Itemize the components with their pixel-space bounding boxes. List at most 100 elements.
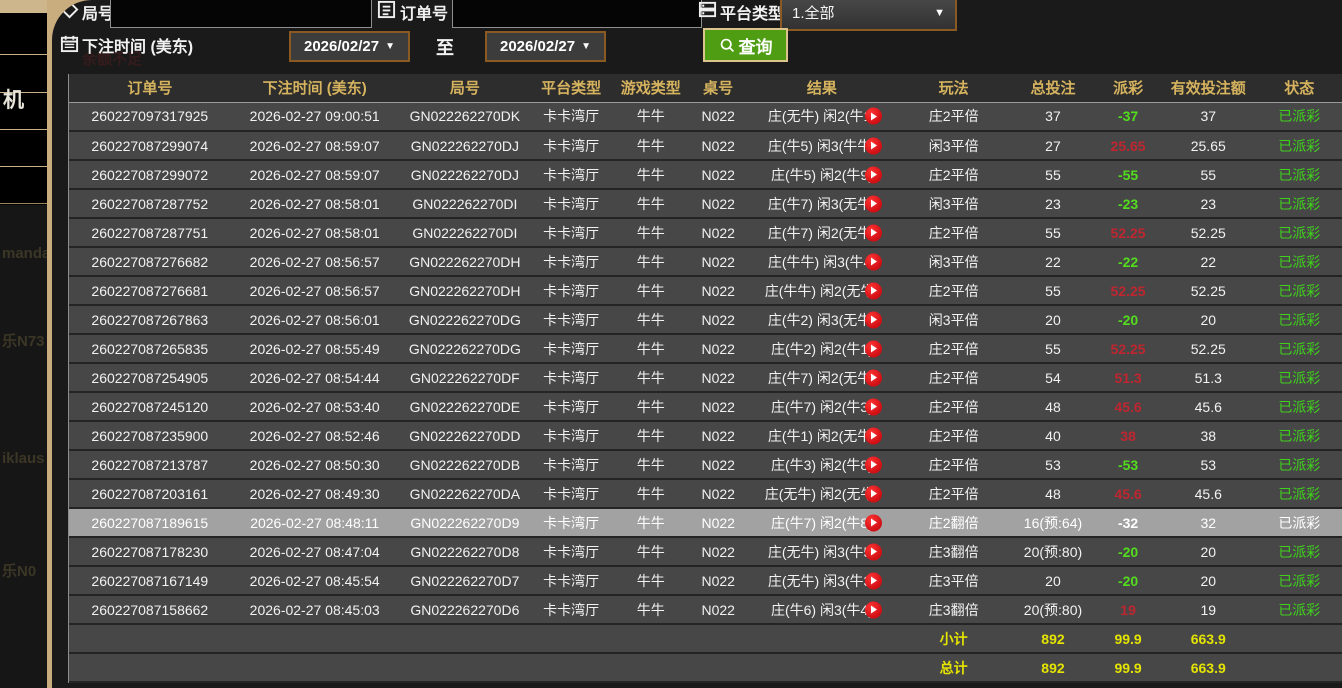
replay-play-icon[interactable] — [865, 282, 882, 299]
result-text: 庄(牛5) 闲3(牛牛) — [768, 136, 876, 156]
column-header: 派彩 — [1096, 74, 1160, 102]
round-number-input[interactable] — [110, 0, 372, 28]
result-text: 庄(牛5) 闲2(牛9) — [771, 165, 873, 185]
sidebar-menu-item[interactable] — [0, 13, 48, 55]
total-bet-cell: 54 — [1010, 363, 1097, 392]
result-cell: 庄(牛7) 闲2(无牛) — [746, 363, 897, 392]
replay-play-icon[interactable] — [865, 427, 882, 444]
background-lobby-label: 乐N73 — [2, 330, 48, 351]
replay-play-icon[interactable] — [865, 340, 882, 357]
platform-type-select[interactable]: 1.全部 ▼ — [780, 0, 957, 31]
empty-cell — [746, 624, 897, 653]
result-cell: 庄(无牛) 闲3(牛5) — [746, 537, 897, 566]
valid-bet-cell: 45.6 — [1160, 392, 1257, 421]
total-bet-cell: 20(预:80) — [1010, 595, 1097, 624]
table-row[interactable]: 260227097317925 2026-02-27 09:00:51 GN02… — [69, 102, 1342, 131]
round-number-cell: GN022262270DE — [399, 392, 531, 421]
result-cell: 庄(牛7) 闲3(无牛) — [746, 189, 897, 218]
order-number-cell: 260227087276682 — [69, 247, 231, 276]
replay-play-icon[interactable] — [865, 369, 882, 386]
table-row[interactable]: 260227087158662 2026-02-27 08:45:03 GN02… — [69, 595, 1342, 624]
game-type-cell: 牛牛 — [611, 537, 690, 566]
total-bet-cell: 20 — [1010, 566, 1097, 595]
empty-cell — [746, 653, 897, 682]
status-cell: 已派彩 — [1257, 595, 1342, 624]
order-number-input[interactable] — [452, 0, 702, 28]
platform-cell: 卡卡湾厅 — [531, 247, 611, 276]
round-number-cell: GN022262270DJ — [399, 131, 531, 160]
game-type-cell: 牛牛 — [611, 595, 690, 624]
play-mode-cell: 庄2平倍 — [898, 479, 1010, 508]
order-number-cell: 260227087167149 — [69, 566, 231, 595]
platform-type-value: 1.全部 — [792, 2, 835, 23]
platform-cell: 卡卡湾厅 — [531, 334, 611, 363]
replay-play-icon[interactable] — [865, 195, 882, 212]
column-header: 桌号 — [690, 74, 746, 102]
column-header: 状态 — [1257, 74, 1342, 102]
status-cell: 已派彩 — [1257, 537, 1342, 566]
query-button[interactable]: 查询 — [703, 28, 788, 62]
table-row[interactable]: 260227087178230 2026-02-27 08:47:04 GN02… — [69, 537, 1342, 566]
replay-play-icon[interactable] — [865, 398, 882, 415]
valid-bet-cell: 53 — [1160, 450, 1257, 479]
replay-play-icon[interactable] — [865, 456, 882, 473]
table-row[interactable]: 260227087287752 2026-02-27 08:58:01 GN02… — [69, 189, 1342, 218]
table-row[interactable]: 260227087276682 2026-02-27 08:56:57 GN02… — [69, 247, 1342, 276]
valid-bet-cell: 52.25 — [1160, 218, 1257, 247]
table-row[interactable]: 260227087245120 2026-02-27 08:53:40 GN02… — [69, 392, 1342, 421]
date-to-picker[interactable]: 2026/02/27 ▼ — [485, 31, 606, 62]
status-cell: 已派彩 — [1257, 218, 1342, 247]
replay-play-icon[interactable] — [865, 166, 882, 183]
game-type-cell: 牛牛 — [611, 566, 690, 595]
total-bet-cell: 55 — [1010, 160, 1097, 189]
sidebar-menu-item[interactable] — [0, 168, 48, 204]
platform-cell: 卡卡湾厅 — [531, 595, 611, 624]
date-from-picker[interactable]: 2026/02/27 ▼ — [289, 31, 410, 62]
total-bet-cell: 20(预:80) — [1010, 537, 1097, 566]
empty-cell — [399, 624, 531, 653]
result-text: 庄(牛2) 闲2(牛1) — [771, 339, 873, 359]
status-cell: 已派彩 — [1257, 479, 1342, 508]
table-row[interactable]: 260227087299072 2026-02-27 08:59:07 GN02… — [69, 160, 1342, 189]
table-row[interactable]: 260227087203161 2026-02-27 08:49:30 GN02… — [69, 479, 1342, 508]
platform-cell: 卡卡湾厅 — [531, 218, 611, 247]
result-text: 庄(牛7) 闲2(无牛) — [768, 223, 876, 243]
result-cell: 庄(牛7) 闲2(无牛) — [746, 218, 897, 247]
chevron-down-icon: ▼ — [385, 41, 395, 52]
table-number-cell: N022 — [690, 131, 746, 160]
table-row[interactable]: 260227087299074 2026-02-27 08:59:07 GN02… — [69, 131, 1342, 160]
table-row[interactable]: 260227087235900 2026-02-27 08:52:46 GN02… — [69, 421, 1342, 450]
game-type-cell: 牛牛 — [611, 334, 690, 363]
table-row[interactable]: 260227087267863 2026-02-27 08:56:01 GN02… — [69, 305, 1342, 334]
result-cell: 庄(牛6) 闲3(牛4) — [746, 595, 897, 624]
round-number-cell: GN022262270DA — [399, 479, 531, 508]
replay-play-icon[interactable] — [865, 108, 882, 125]
play-mode-cell: 闲3平倍 — [898, 131, 1010, 160]
sidebar-top-bar — [0, 0, 52, 13]
replay-play-icon[interactable] — [865, 224, 882, 241]
result-text: 庄(无牛) 闲3(牛5) — [768, 542, 876, 562]
table-row[interactable]: 260227087276681 2026-02-27 08:56:57 GN02… — [69, 276, 1342, 305]
order-number-cell: 260227087254905 — [69, 363, 231, 392]
table-row[interactable]: 260227087287751 2026-02-27 08:58:01 GN02… — [69, 218, 1342, 247]
replay-play-icon[interactable] — [865, 572, 882, 589]
replay-play-icon[interactable] — [865, 137, 882, 154]
replay-play-icon[interactable] — [865, 514, 882, 531]
replay-play-icon[interactable] — [865, 601, 882, 618]
payout-cell: 52.25 — [1096, 334, 1160, 363]
bet-time-cell: 2026-02-27 08:45:54 — [231, 566, 399, 595]
replay-play-icon[interactable] — [865, 485, 882, 502]
sidebar-menu-item[interactable] — [0, 131, 48, 167]
table-row[interactable]: 260227087213787 2026-02-27 08:50:30 GN02… — [69, 450, 1342, 479]
replay-play-icon[interactable] — [865, 311, 882, 328]
status-cell: 已派彩 — [1257, 421, 1342, 450]
status-cell: 已派彩 — [1257, 363, 1342, 392]
table-row[interactable]: 260227087254905 2026-02-27 08:54:44 GN02… — [69, 363, 1342, 392]
table-row[interactable]: 260227087265835 2026-02-27 08:55:49 GN02… — [69, 334, 1342, 363]
chevron-down-icon: ▼ — [934, 7, 945, 19]
table-row[interactable]: 260227087167149 2026-02-27 08:45:54 GN02… — [69, 566, 1342, 595]
result-text: 庄(牛牛) 闲2(无牛) — [765, 281, 879, 301]
replay-play-icon[interactable] — [865, 253, 882, 270]
replay-play-icon[interactable] — [865, 543, 882, 560]
table-row[interactable]: 260227087189615 2026-02-27 08:48:11 GN02… — [69, 508, 1342, 537]
